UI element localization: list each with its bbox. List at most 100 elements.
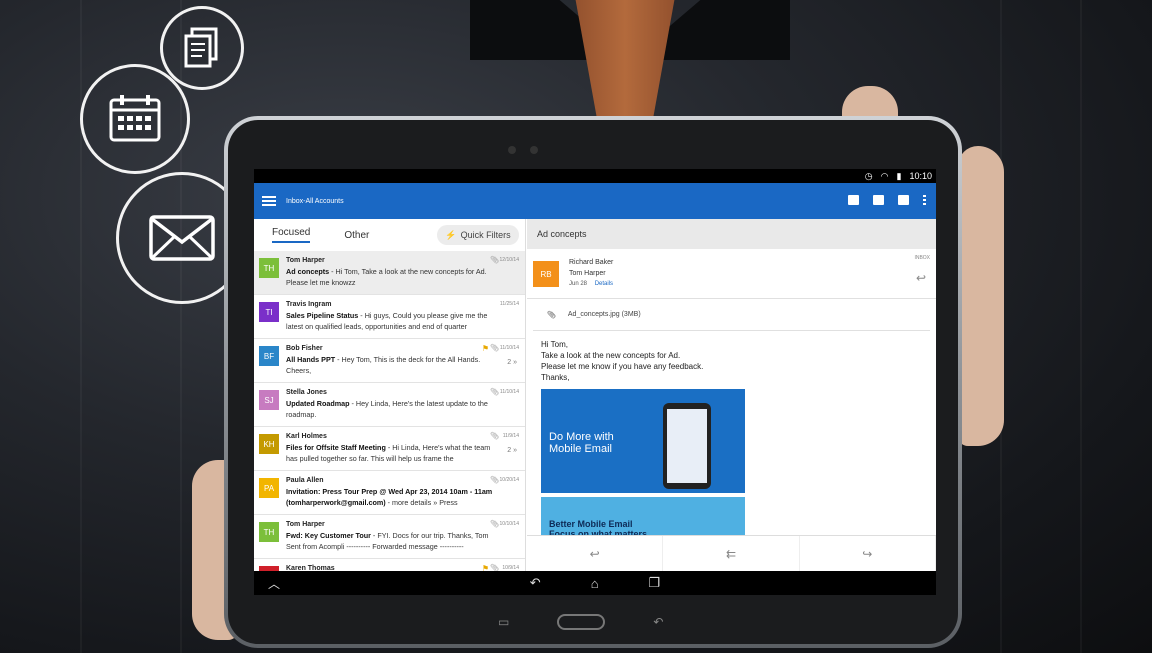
reply-button[interactable]: ↩ [527, 536, 664, 571]
mail-from: Paula Allen [286, 477, 324, 484]
mail-summary: All Hands PPT - Hey Tom, This is the dec… [286, 354, 501, 376]
mail-from: Tom Harper [286, 521, 325, 528]
mail-date: 12/10/14 [499, 257, 519, 263]
camera-lens [530, 146, 538, 154]
forward-icon: ↪ [862, 546, 873, 561]
avatar: BF [259, 346, 279, 366]
promo-image-1: Do More with Mobile Email [541, 389, 745, 493]
paperclip-icon: 📎︎ [490, 477, 499, 484]
mail-date: 10/20/14 [499, 477, 519, 483]
folder-label: INBOX [914, 255, 930, 261]
status-time: 10:10 [909, 171, 932, 181]
reply-all-button[interactable]: ⇇ [663, 536, 800, 571]
calendar-icon [109, 95, 161, 142]
avatar: TH [259, 522, 279, 542]
alarm-icon: ◷ [864, 170, 873, 181]
mail-date: 10/10/14 [499, 521, 519, 527]
message-body: Hi Tom, Take a look at the new concepts … [527, 331, 936, 391]
list-item[interactable]: KH Karl Holmes Files for Offsite Staff Mee… [254, 427, 525, 471]
trash-icon[interactable] [873, 195, 884, 205]
list-item[interactable]: SJ Stella Jones Updated Roadmap - Hey Lind… [254, 383, 525, 427]
mail-subject: Fwd: Key Customer Tour [286, 531, 371, 540]
android-nav-bar: ︿ ↶ ⌂ ❐ [254, 571, 936, 595]
attachment-row[interactable]: 📎︎ Ad_concepts.jpg (3MB) [533, 299, 930, 331]
calendar-circle [80, 64, 190, 174]
more-options-icon[interactable] [923, 195, 926, 205]
sender-avatar: RB [533, 261, 559, 287]
lightning-icon: ⚡ [445, 229, 457, 240]
sender-name: Richard Baker [569, 259, 614, 266]
phone-illustration [663, 403, 711, 489]
list-item[interactable]: PA Paula Allen Invitation: Press Tour Prep… [254, 471, 525, 515]
mail-date: 11/25/14 [499, 301, 519, 307]
folder-icon[interactable] [848, 195, 859, 205]
list-item[interactable]: BF Bob Fisher All Hands PPT - Hey Tom, Thi… [254, 339, 525, 383]
flag-icon[interactable]: ⚑ [482, 564, 489, 571]
message-date-row: Jun 28 Details [569, 281, 936, 287]
paperclip-icon: 📎︎ [490, 433, 499, 440]
battery-icon: ▮ [896, 170, 902, 181]
inbox-title: Inbox-All Accounts [286, 197, 344, 205]
avatar: SJ [259, 390, 279, 410]
list-item[interactable]: TI Travis Ingram Sales Pipeline Status - H… [254, 295, 525, 339]
body-line-1: Take a look at the new concepts for Ad. [541, 351, 681, 360]
attachment-name: Ad_concepts.jpg (3MB) [567, 311, 641, 318]
flag-icon[interactable]: ⚑ [482, 344, 489, 353]
hw-back-icon[interactable]: ↶ [653, 615, 663, 629]
mail-subject: Sales Pipeline Status [286, 311, 359, 320]
inbox-tabs: Focused Other ⚡ Quick Filters [254, 219, 525, 251]
message-list: TH Tom Harper Ad concepts - Hi Tom, Take a… [254, 251, 525, 571]
promo-1-text: Do More with Mobile Email [549, 431, 614, 455]
paperclip-icon: 📎︎ [490, 565, 499, 571]
camera-dot [508, 146, 516, 154]
schedule-icon[interactable] [898, 195, 909, 205]
mail-subject: Updated Roadmap [286, 399, 350, 408]
paperclip-icon: 📎︎ [547, 311, 556, 319]
necktie [575, 0, 675, 130]
mail-from: Karl Holmes [286, 433, 327, 440]
list-item[interactable]: KTKaren Thomas10/9/14📎︎⚑ [254, 559, 525, 571]
documents-circle [160, 6, 244, 90]
home-icon[interactable]: ⌂ [591, 576, 599, 591]
list-item[interactable]: TH Tom Harper Ad concepts - Hi Tom, Take a… [254, 251, 525, 295]
mail-summary: Files for Offsite Staff Meeting - Hi Lin… [286, 442, 501, 464]
thread-count: 2 » [507, 447, 517, 454]
paperclip-icon: 📎︎ [490, 389, 499, 396]
mail-summary: Updated Roadmap - Hey Linda, Here's the … [286, 398, 501, 420]
forward-button[interactable]: ↪ [800, 536, 936, 571]
app-bar: Inbox-All Accounts [254, 183, 936, 219]
reply-icon[interactable]: ↩ [916, 271, 926, 285]
mail-summary: Ad concepts - Hi Tom, Take a look at the… [286, 266, 501, 288]
body-line-2: Please let me know if you have any feedb… [541, 362, 704, 371]
mail-subject: Ad concepts [286, 267, 330, 276]
avatar: PA [259, 478, 279, 498]
avatar: KH [259, 434, 279, 454]
back-icon[interactable]: ↶ [530, 575, 541, 591]
hw-recents-icon[interactable]: ▭ [498, 615, 509, 629]
details-link[interactable]: Details [595, 281, 613, 287]
tablet-device: ◷ ◠ ▮ 10:10 Inbox-All Accounts Focused O… [224, 116, 962, 648]
body-greeting: Hi Tom, [541, 340, 568, 349]
quick-filters-label: Quick Filters [460, 230, 511, 240]
mail-date: 11/9/14 [502, 433, 519, 439]
message-date: Jun 28 [569, 281, 588, 287]
paperclip-icon: 📎︎ [490, 345, 499, 352]
message-list-pane: Focused Other ⚡ Quick Filters TH Tom Harp… [254, 219, 526, 571]
tablet-screen: ◷ ◠ ▮ 10:10 Inbox-All Accounts Focused O… [254, 169, 936, 595]
recents-icon[interactable]: ❐ [649, 575, 661, 591]
hamburger-menu-icon[interactable] [262, 196, 276, 206]
reply-all-icon: ⇇ [725, 546, 737, 561]
recipient-name: Tom Harper [569, 270, 606, 277]
mail-date: 11/10/14 [499, 389, 519, 395]
chevron-up-icon[interactable]: ︿ [268, 575, 280, 592]
mail-subject: Files for Offsite Staff Meeting [286, 443, 386, 452]
mail-from: Stella Jones [286, 389, 327, 396]
tab-focused[interactable]: Focused [272, 227, 311, 243]
quick-filters-button[interactable]: ⚡ Quick Filters [437, 225, 519, 245]
hw-home-button[interactable] [557, 614, 606, 630]
mail-subject: All Hands PPT [286, 355, 336, 364]
reply-arrow-icon: ↩ [589, 546, 600, 561]
list-item[interactable]: TH Tom Harper Fwd: Key Customer Tour - FYI… [254, 515, 525, 559]
tab-other[interactable]: Other [344, 230, 369, 241]
mail-summary: Invitation: Press Tour Prep @ Wed Apr 23… [286, 486, 501, 508]
